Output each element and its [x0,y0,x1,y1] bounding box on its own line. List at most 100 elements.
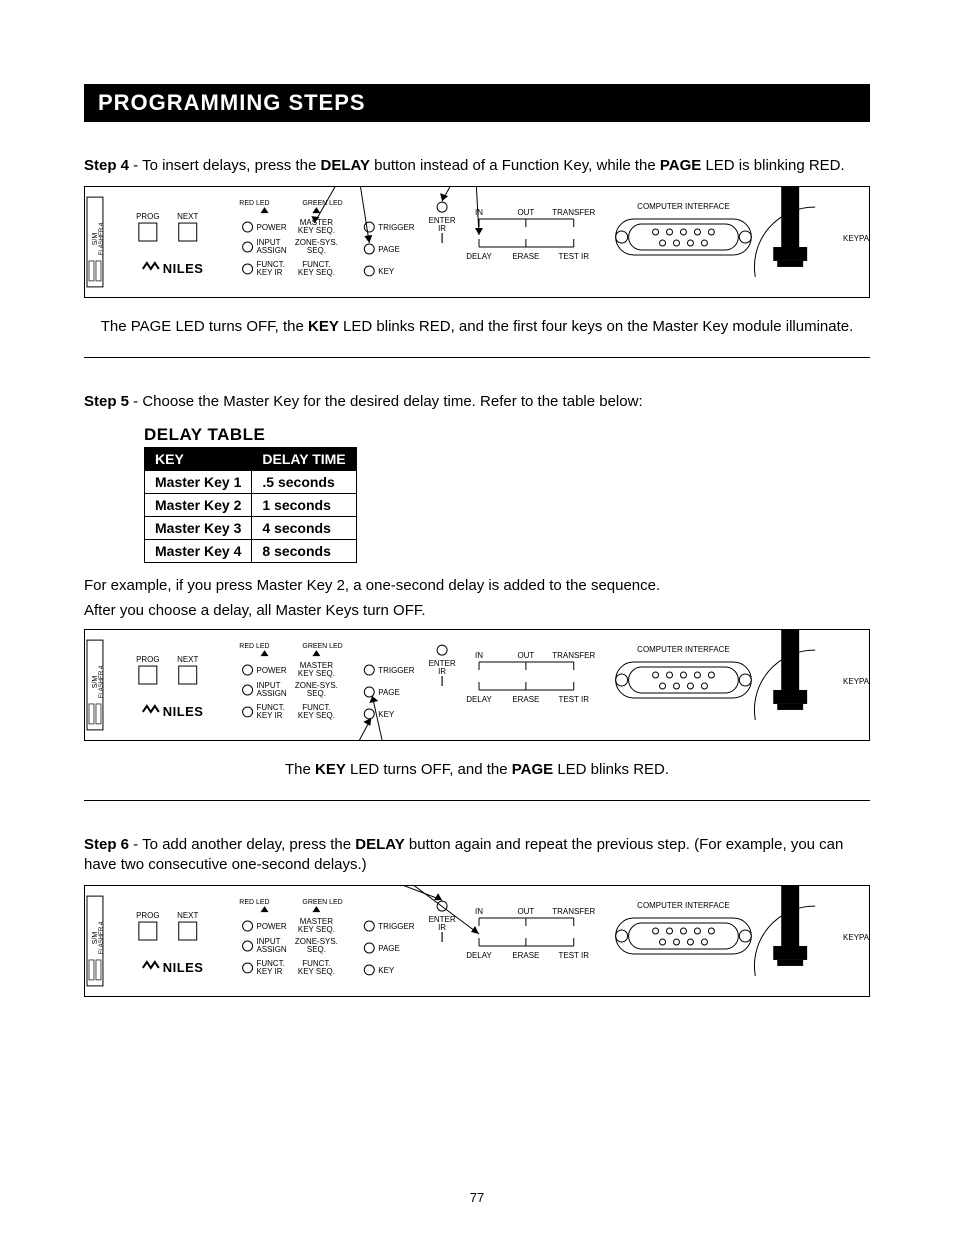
svg-text:KEY SEQ.: KEY SEQ. [298,268,335,277]
caption-step-5: The KEY LED turns OFF, and the PAGE LED … [84,761,870,778]
svg-text:OUT: OUT [517,208,534,217]
svg-text:OUT: OUT [517,907,534,916]
cell-time: 1 seconds [252,493,356,516]
caption5-a: The [285,761,315,778]
delay-table: KEY DELAY TIME Master Key 1.5 seconds Ma… [144,447,357,563]
svg-text:IR: IR [438,224,446,233]
divider-2 [84,800,870,801]
caption4-b: LED blinks RED, and the first four keys … [339,318,853,335]
svg-text:IN: IN [475,208,483,217]
svg-text:PAGE: PAGE [378,245,400,254]
table-row: Master Key 21 seconds [145,493,357,516]
cell-key: Master Key 2 [145,493,252,516]
svg-text:COMPUTER INTERFACE: COMPUTER INTERFACE [637,901,730,910]
svg-text:IR: IR [438,667,446,676]
svg-text:IR: IR [438,923,446,932]
caption5-c: LED blinks RED. [553,761,669,778]
cell-time: 8 seconds [252,539,356,562]
after-text: After you choose a delay, all Master Key… [84,602,870,619]
svg-text:TRIGGER: TRIGGER [378,922,415,931]
svg-text:KEYPAD: KEYPAD [843,677,869,686]
svg-text:NEXT: NEXT [177,655,198,664]
svg-text:KEY IR: KEY IR [257,967,283,976]
svg-text:DELAY: DELAY [466,252,492,261]
svg-text:TRIGGER: TRIGGER [378,666,415,675]
th-key: KEY [145,447,252,470]
svg-text:NILES: NILES [163,261,204,276]
svg-text:SEQ.: SEQ. [307,246,326,255]
svg-text:RED LED: RED LED [239,643,269,650]
caption-step-4: The PAGE LED turns OFF, the KEY LED blin… [84,318,870,335]
svg-text:DELAY: DELAY [466,951,492,960]
svg-text:KEY IR: KEY IR [257,710,283,719]
svg-text:KEY: KEY [378,966,395,975]
caption4-bold: KEY [308,318,339,335]
svg-text:TEST IR: TEST IR [559,252,590,261]
svg-text:PROG: PROG [136,655,159,664]
caption5-bold2: PAGE [512,761,553,778]
svg-text:TRANSFER: TRANSFER [552,208,595,217]
section-banner: PROGRAMMING STEPS [84,84,870,122]
cell-key: Master Key 1 [145,470,252,493]
svg-text:OUT: OUT [517,651,534,660]
svg-text:KEYPAD: KEYPAD [843,234,869,243]
svg-text:PAGE: PAGE [378,944,400,953]
caption5-b: LED turns OFF, and the [346,761,512,778]
th-delay-time: DELAY TIME [252,447,356,470]
step-5-text: - Choose the Master Key for the desired … [129,393,643,410]
svg-text:FLASHER 4: FLASHER 4 [99,921,105,954]
svg-text:NILES: NILES [163,960,204,975]
svg-text:ASSIGN: ASSIGN [257,688,287,697]
svg-text:ASSIGN: ASSIGN [257,246,287,255]
svg-text:PROG: PROG [136,911,159,920]
svg-text:KEY SEQ.: KEY SEQ. [298,669,335,678]
page-number: 77 [0,1190,954,1205]
svg-text:PROG: PROG [136,212,159,221]
svg-text:ERASE: ERASE [512,951,539,960]
svg-text:NEXT: NEXT [177,212,198,221]
device-panel-2: S/M FLASHER 4 PROG NEXT NILES RED LED PO… [84,629,870,741]
svg-text:KEY SEQ.: KEY SEQ. [298,226,335,235]
svg-text:TRANSFER: TRANSFER [552,651,595,660]
svg-text:GREEN LED: GREEN LED [302,200,342,207]
delay-table-title: DELAY TABLE [144,425,870,445]
svg-text:RED LED: RED LED [239,899,269,906]
svg-text:S/M: S/M [92,675,99,688]
svg-text:IN: IN [475,907,483,916]
table-header-row: KEY DELAY TIME [145,447,357,470]
divider-1 [84,357,870,358]
table-row: Master Key 1.5 seconds [145,470,357,493]
svg-text:TEST IR: TEST IR [559,694,590,703]
svg-text:TRANSFER: TRANSFER [552,907,595,916]
svg-text:KEY IR: KEY IR [257,268,283,277]
svg-text:ERASE: ERASE [512,694,539,703]
cell-time: 4 seconds [252,516,356,539]
svg-text:KEYPAD: KEYPAD [843,933,869,942]
step-4-text-c: LED is blinking RED. [701,157,844,174]
svg-text:KEY SEQ.: KEY SEQ. [298,967,335,976]
svg-text:KEY: KEY [378,709,395,718]
svg-text:PAGE: PAGE [378,687,400,696]
step-4-page: PAGE [660,157,701,174]
step-5-label: Step 5 [84,393,129,410]
svg-text:NILES: NILES [163,703,204,718]
svg-text:POWER: POWER [257,922,287,931]
step-6-text-a: - To add another delay, press the [129,836,355,853]
example-text: For example, if you press Master Key 2, … [84,577,870,594]
svg-text:SEQ.: SEQ. [307,945,326,954]
svg-text:IN: IN [475,651,483,660]
step-4-text-b: button instead of a Function Key, while … [370,157,660,174]
svg-text:POWER: POWER [257,223,287,232]
svg-text:FLASHER 4: FLASHER 4 [99,222,105,255]
svg-text:KEY: KEY [378,267,395,276]
device-panel-1: S/M FLASHER 4 PROG NEXT NILES RED LED PO… [84,186,870,298]
svg-text:NEXT: NEXT [177,911,198,920]
caption4-a: The PAGE LED turns OFF, the [101,318,308,335]
svg-text:POWER: POWER [257,666,287,675]
step-5: Step 5 - Choose the Master Key for the d… [84,392,870,412]
svg-text:GREEN LED: GREEN LED [302,899,342,906]
step-6-delay: DELAY [355,836,404,853]
svg-text:FLASHER 4: FLASHER 4 [99,665,105,698]
caption5-bold1: KEY [315,761,346,778]
table-row: Master Key 48 seconds [145,539,357,562]
